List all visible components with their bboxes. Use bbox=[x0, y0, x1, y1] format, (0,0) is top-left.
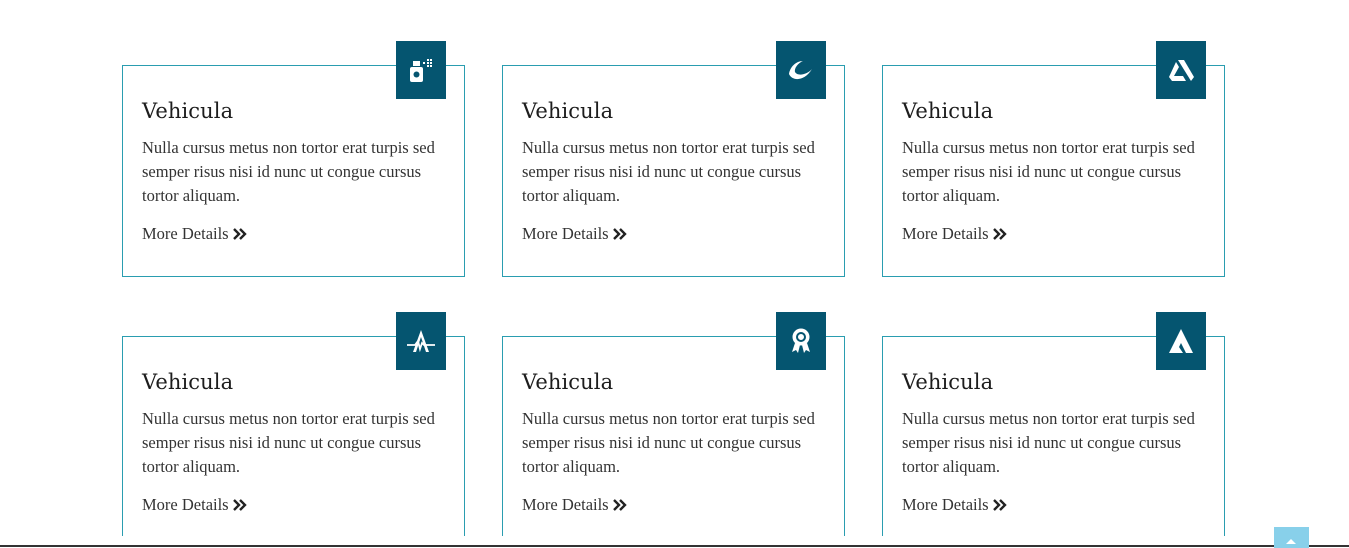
double-chevron-right-icon bbox=[232, 228, 247, 240]
spray-bottle-icon bbox=[410, 59, 432, 82]
card-icon-box bbox=[1156, 41, 1206, 99]
service-card: Vehicula Nulla cursus metus non tortor e… bbox=[502, 312, 845, 536]
card-title: Vehicula bbox=[522, 99, 614, 123]
card-description: Nulla cursus metus non tortor erat turpi… bbox=[142, 409, 435, 476]
card-description: Nulla cursus metus non tortor erat turpi… bbox=[902, 409, 1195, 476]
more-details-label: More Details bbox=[902, 495, 989, 514]
double-chevron-right-icon bbox=[612, 499, 627, 511]
card-title: Vehicula bbox=[142, 99, 234, 123]
chevron-up-icon bbox=[1286, 539, 1296, 544]
double-chevron-right-icon bbox=[992, 228, 1007, 240]
more-details-link[interactable]: More Details bbox=[522, 224, 627, 244]
card-icon-box bbox=[776, 312, 826, 370]
more-details-link[interactable]: More Details bbox=[142, 495, 247, 515]
more-details-label: More Details bbox=[902, 224, 989, 243]
service-card: Vehicula Nulla cursus metus non tortor e… bbox=[122, 312, 465, 536]
wave-swirl-icon bbox=[789, 61, 812, 80]
card-icon-box bbox=[396, 312, 446, 370]
card-description: Nulla cursus metus non tortor erat turpi… bbox=[142, 138, 435, 205]
affinity-triangle-icon bbox=[1169, 329, 1193, 353]
card-icon-box bbox=[776, 41, 826, 99]
service-card: Vehicula Nulla cursus metus non tortor e… bbox=[882, 312, 1225, 536]
more-details-link[interactable]: More Details bbox=[902, 224, 1007, 244]
award-ribbon-icon bbox=[792, 328, 810, 353]
artstation-icon bbox=[1169, 60, 1194, 81]
double-chevron-right-icon bbox=[612, 228, 627, 240]
card-description: Nulla cursus metus non tortor erat turpi… bbox=[522, 138, 815, 205]
double-chevron-right-icon bbox=[992, 499, 1007, 511]
footer-divider bbox=[0, 545, 1349, 547]
service-card: Vehicula Nulla cursus metus non tortor e… bbox=[882, 41, 1225, 277]
card-title: Vehicula bbox=[522, 370, 614, 394]
more-details-label: More Details bbox=[142, 224, 229, 243]
more-details-label: More Details bbox=[522, 495, 609, 514]
card-title: Vehicula bbox=[902, 99, 994, 123]
more-details-label: More Details bbox=[142, 495, 229, 514]
scroll-to-top-button[interactable] bbox=[1274, 527, 1309, 548]
service-card: Vehicula Nulla cursus metus non tortor e… bbox=[502, 41, 845, 277]
more-details-link[interactable]: More Details bbox=[902, 495, 1007, 515]
card-title: Vehicula bbox=[142, 370, 234, 394]
card-description: Nulla cursus metus non tortor erat turpi… bbox=[902, 138, 1195, 205]
card-title: Vehicula bbox=[902, 370, 994, 394]
service-card: Vehicula Nulla cursus metus non tortor e… bbox=[122, 41, 465, 277]
card-icon-box bbox=[1156, 312, 1206, 370]
card-description: Nulla cursus metus non tortor erat turpi… bbox=[522, 409, 815, 476]
letter-a-heartbeat-icon bbox=[407, 330, 435, 353]
double-chevron-right-icon bbox=[232, 499, 247, 511]
more-details-link[interactable]: More Details bbox=[142, 224, 247, 244]
card-icon-box bbox=[396, 41, 446, 99]
more-details-label: More Details bbox=[522, 224, 609, 243]
more-details-link[interactable]: More Details bbox=[522, 495, 627, 515]
